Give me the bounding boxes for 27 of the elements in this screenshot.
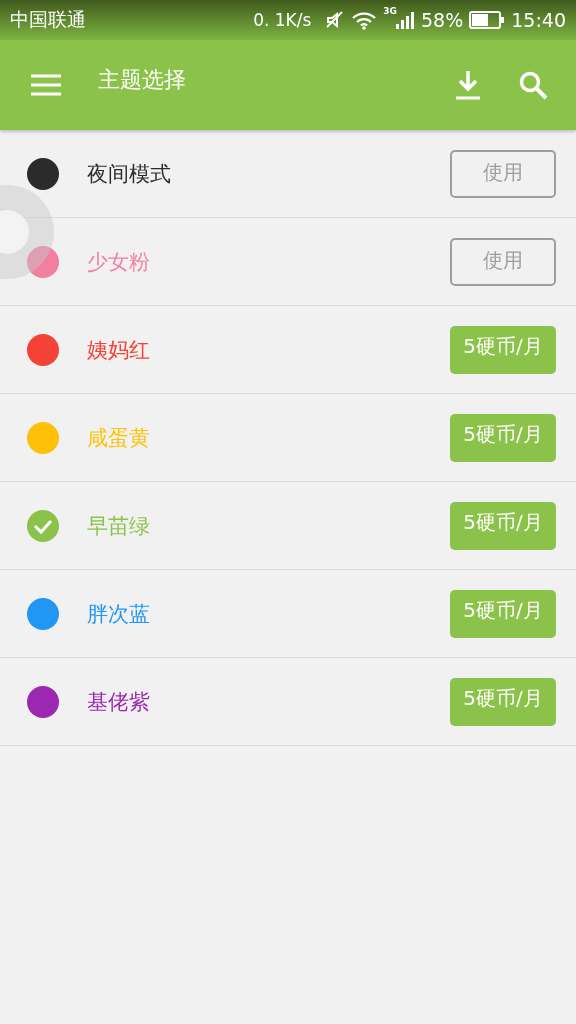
- clock: 15:40: [511, 9, 566, 31]
- mute-icon: [325, 10, 346, 30]
- battery-percent: 58%: [421, 9, 464, 31]
- wifi-icon: [351, 10, 378, 30]
- battery-icon: [469, 11, 506, 29]
- price-button[interactable]: 5硬币/月: [450, 413, 556, 462]
- price-button[interactable]: 5硬币/月: [450, 589, 556, 638]
- download-icon[interactable]: [454, 69, 482, 101]
- network-speed: 0. 1K/s: [253, 10, 312, 30]
- price-button[interactable]: 5硬币/月: [450, 677, 556, 726]
- use-button[interactable]: 使用: [450, 237, 556, 286]
- network-type: 3G: [383, 6, 397, 16]
- carrier-name: 中国联通: [10, 7, 86, 32]
- page-title: 主题选择: [98, 66, 186, 94]
- theme-name: 夜间模式: [87, 160, 171, 188]
- use-button[interactable]: 使用: [450, 149, 556, 198]
- theme-name: 基佬紫: [87, 688, 150, 716]
- theme-name: 姨妈红: [87, 336, 150, 364]
- price-button[interactable]: 5硬币/月: [450, 325, 556, 374]
- menu-icon[interactable]: [30, 74, 62, 96]
- signal-icon: [395, 10, 415, 30]
- price-button[interactable]: 5硬币/月: [450, 501, 556, 550]
- theme-name: 早苗绿: [87, 512, 150, 540]
- search-icon[interactable]: [518, 70, 548, 100]
- theme-name: 胖次蓝: [87, 600, 150, 628]
- theme-name: 少女粉: [87, 248, 150, 276]
- theme-name: 咸蛋黄: [87, 424, 150, 452]
